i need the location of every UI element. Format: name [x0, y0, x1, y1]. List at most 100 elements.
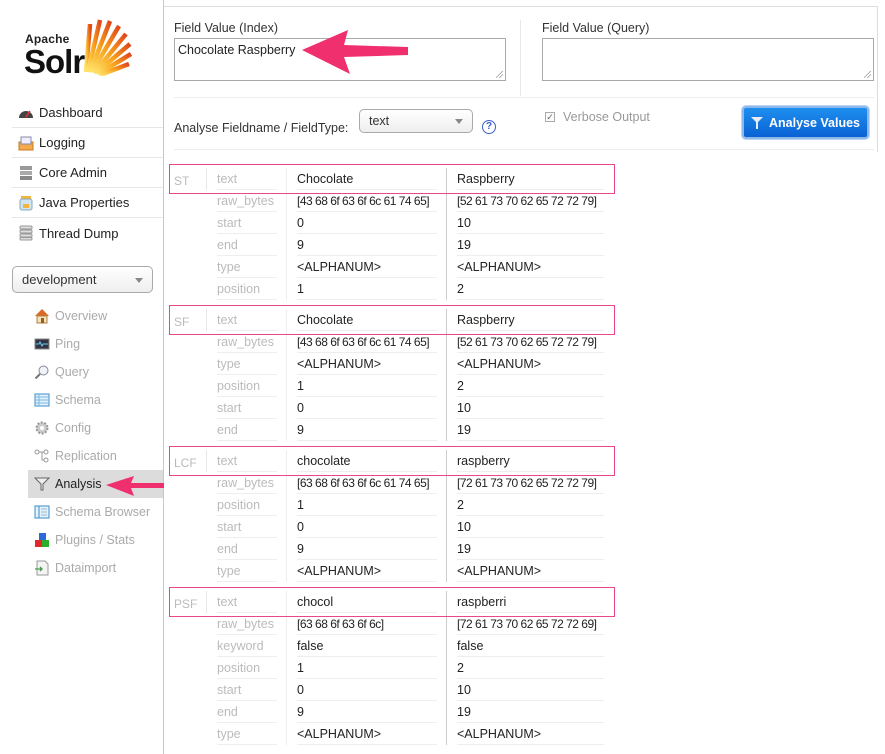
- dashboard-icon: [19, 110, 33, 118]
- verbose-output-checkbox[interactable]: ✓ Verbose Output: [545, 110, 650, 124]
- query-icon: [34, 365, 49, 380]
- logging-icon: [18, 136, 34, 150]
- query-field-input[interactable]: [542, 38, 874, 81]
- fieldtype-select-value: text: [369, 114, 390, 128]
- fieldtype-label: Analyse Fieldname / FieldType:: [174, 121, 349, 135]
- core-nav-item-plugins[interactable]: Plugins / Stats: [28, 526, 164, 554]
- index-field-input[interactable]: Chocolate Raspberry: [174, 38, 506, 81]
- chevron-down-icon: [135, 278, 143, 283]
- token-2-value: 2: [457, 494, 604, 516]
- nav-item-logging[interactable]: Logging: [12, 128, 163, 158]
- analyse-values-button[interactable]: Analyse Values: [742, 106, 869, 139]
- attribute-name: type: [217, 353, 277, 375]
- ping-icon: [34, 338, 50, 350]
- token-2-value: raspberry: [457, 450, 604, 472]
- token-1-value: 0: [297, 397, 437, 419]
- token-1-value: Chocolate: [297, 168, 437, 190]
- core-nav-item-overview[interactable]: Overview: [28, 302, 164, 330]
- nav-item-core-admin[interactable]: Core Admin: [12, 158, 163, 188]
- core-nav-item-dataimport[interactable]: Dataimport: [28, 554, 164, 582]
- help-glyph: ?: [485, 121, 493, 132]
- core-nav-label: Schema: [55, 393, 101, 407]
- token-1-value: [63 68 6f 63 6f 6c 61 74 65]: [297, 472, 437, 494]
- token-1-value: 9: [297, 701, 437, 723]
- core-selector-value: development: [22, 272, 97, 287]
- token-2-value: <ALPHANUM>: [457, 256, 604, 278]
- token-2-value: [72 61 73 70 62 65 72 72 69]: [457, 613, 604, 635]
- attribute-row-type: type <ALPHANUM> <ALPHANUM>: [170, 560, 620, 582]
- checkbox-checked-icon[interactable]: ✓: [545, 112, 555, 122]
- token-2-value: [72 61 73 70 62 65 72 72 79]: [457, 472, 604, 494]
- attribute-row-position: position 1 2: [170, 375, 620, 397]
- fieldtype-select[interactable]: text: [359, 109, 473, 133]
- attribute-row-raw-bytes: raw_bytes [43 68 6f 63 6f 6c 61 74 65] [52…: [170, 190, 620, 212]
- core-nav-item-ping[interactable]: Ping: [28, 330, 164, 358]
- core-nav-item-analysis[interactable]: Analysis: [28, 470, 164, 498]
- dataimport-icon: [35, 560, 49, 576]
- token-2-value: <ALPHANUM>: [457, 723, 604, 745]
- attribute-name: keyword: [217, 635, 277, 657]
- main-nav: Dashboard Logging Core Admin Java Proper…: [12, 98, 163, 248]
- attribute-row-type: type <ALPHANUM> <ALPHANUM>: [170, 353, 620, 375]
- token-2-value: [52 61 73 70 62 65 72 72 79]: [457, 190, 604, 212]
- attribute-row-end: end 9 19: [170, 234, 620, 256]
- core-nav-item-schema[interactable]: Schema: [28, 386, 164, 414]
- token-1-value: 1: [297, 375, 437, 397]
- index-field-label: Field Value (Index): [174, 21, 278, 35]
- token-2-value: Raspberry: [457, 168, 604, 190]
- attribute-row-start: start 0 10: [170, 212, 620, 234]
- attribute-row-position: position 1 2: [170, 278, 620, 300]
- core-nav-item-query[interactable]: Query: [28, 358, 164, 386]
- token-1-value: <ALPHANUM>: [297, 353, 437, 375]
- token-1-value: chocolate: [297, 450, 437, 472]
- token-2-value: 2: [457, 375, 604, 397]
- overview-icon: [35, 309, 49, 324]
- core-nav-item-replication[interactable]: Replication: [28, 442, 164, 470]
- solr-logo[interactable]: Apache Solr: [24, 16, 134, 82]
- resize-handle-icon[interactable]: [864, 71, 871, 78]
- token-2-value: [52 61 73 70 62 65 72 72 79]: [457, 331, 604, 353]
- core-nav-item-config[interactable]: Config: [28, 414, 164, 442]
- attribute-row-position: position 1 2: [170, 657, 620, 679]
- schema-icon: [34, 393, 50, 407]
- core-nav-item-schema-browser[interactable]: Schema Browser: [28, 498, 164, 526]
- index-field-value: Chocolate Raspberry: [178, 43, 296, 57]
- nav-item-java-properties[interactable]: Java Properties: [12, 188, 163, 218]
- core-nav-label: Schema Browser: [55, 505, 151, 519]
- core-nav-label: Ping: [55, 337, 81, 351]
- token-2-value: 19: [457, 234, 604, 256]
- nav-label: Java Properties: [39, 195, 130, 210]
- separator: [174, 97, 874, 98]
- attribute-row-text: text Chocolate Raspberry: [170, 309, 620, 331]
- token-2-value: 10: [457, 397, 604, 419]
- help-icon[interactable]: ?: [482, 120, 496, 134]
- attribute-row-text: text chocol raspberri: [170, 591, 620, 613]
- token-1-value: [43 68 6f 63 6f 6c 61 74 65]: [297, 331, 437, 353]
- attribute-name: type: [217, 560, 277, 582]
- token-2-value: 19: [457, 538, 604, 560]
- attribute-row-end: end 9 19: [170, 538, 620, 560]
- attribute-row-raw-bytes: raw_bytes [63 68 6f 63 6f 6c] [72 61 73 70…: [170, 613, 620, 635]
- config-icon: [35, 421, 49, 435]
- analysis-stage-psf: PSF text chocol raspberri raw_bytes [63 68 6f…: [169, 587, 620, 745]
- attribute-name: type: [217, 723, 277, 745]
- attribute-row-raw-bytes: raw_bytes [63 68 6f 63 6f 6c 61 74 65] [72…: [170, 472, 620, 494]
- core-selector[interactable]: development: [12, 266, 153, 293]
- sidebar: Apache Solr Dashboard Logging Core Admin…: [0, 0, 164, 754]
- analysis-stage-sf: SF text Chocolate Raspberry raw_bytes [43 68 …: [169, 305, 620, 441]
- attribute-row-text: text chocolate raspberry: [170, 450, 620, 472]
- attribute-name: start: [217, 516, 277, 538]
- token-1-value: chocol: [297, 591, 437, 613]
- nav-item-thread-dump[interactable]: Thread Dump: [12, 218, 163, 248]
- plugins-icon: [35, 533, 49, 547]
- attribute-name: start: [217, 212, 277, 234]
- token-2-value: raspberri: [457, 591, 604, 613]
- core-nav: Overview Ping Query Schema Config Replic…: [28, 302, 164, 582]
- schema-browser-icon: [34, 505, 50, 519]
- analysis-icon: [34, 477, 50, 491]
- nav-item-dashboard[interactable]: Dashboard: [12, 98, 163, 128]
- resize-handle-icon[interactable]: [496, 71, 503, 78]
- thread-dump-icon: [19, 225, 33, 241]
- attribute-name: type: [217, 256, 277, 278]
- token-1-value: 0: [297, 516, 437, 538]
